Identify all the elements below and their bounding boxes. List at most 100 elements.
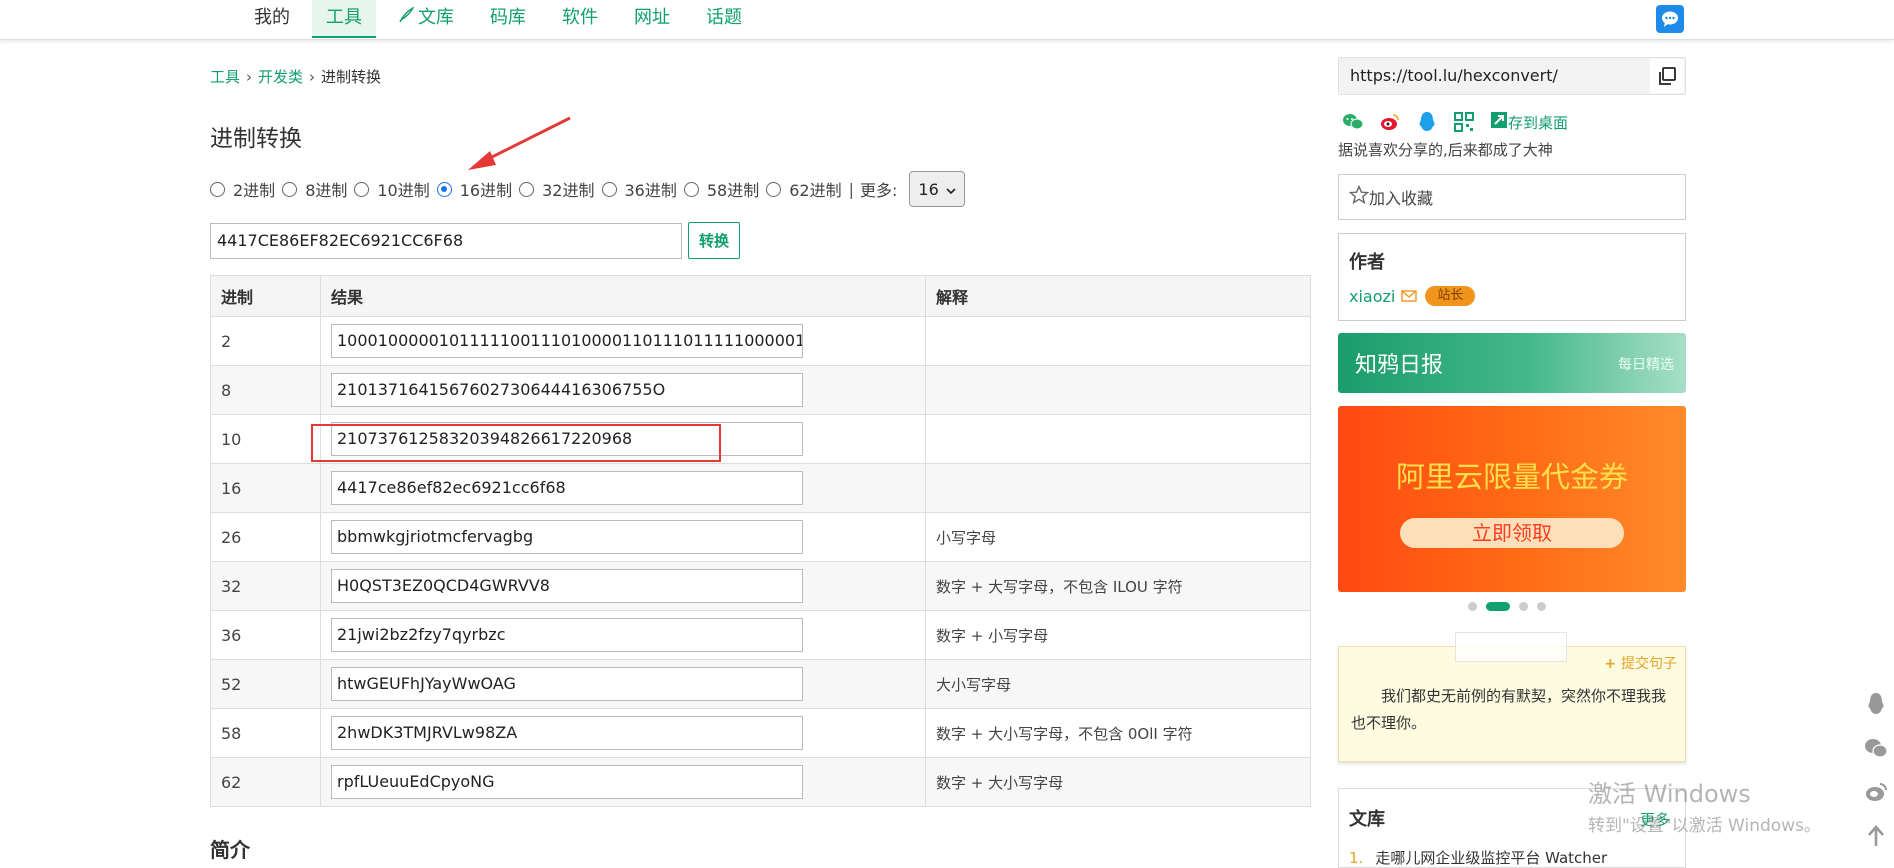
nav-label: 文库 [418,7,454,28]
cell-base: 8 [210,365,321,415]
result-field[interactable]: htwGEUFhJYayWwOAG [331,667,803,701]
result-table: 进制 结果 解释 2 10001000001011111001110100001… [210,275,1311,807]
cell-explain: 大小写字母 [925,659,1311,709]
carousel-dot[interactable] [1468,602,1477,611]
radio-dot[interactable] [282,181,298,197]
submit-quote-label: 提交句子 [1621,656,1677,672]
radio-dot[interactable] [210,181,225,197]
favorite-label: 加入收藏 [1369,189,1434,208]
back-to-top-icon[interactable] [1862,822,1890,850]
cell-base: 58 [210,708,321,758]
result-field[interactable]: 2101371641567602730644416306755O [331,373,803,407]
breadcrumb: 工具 › 开发类 › 进制转换 [210,66,381,87]
result-field[interactable]: H0QST3EZ0QCD4GWRVV8 [331,569,803,603]
windows-activation-watermark: 激活 Windows 转到"设置"以激活 Windows。 [1588,774,1821,836]
table-row: 26 bbmwkgjriotmcfervagbg 小写字母 [210,512,1311,562]
radio-label: 2进制 [233,181,276,200]
copy-icon[interactable] [1650,59,1684,93]
ad-banner[interactable]: 阿里云限量代金券 立即领取 [1338,406,1686,592]
table-row: 8 2101371641567602730644416306755O [210,365,1311,415]
intro-heading: 简介 [210,838,250,862]
daily-banner[interactable]: 知鸦日报 每日精选 [1338,333,1686,393]
cell-base: 10 [210,414,321,464]
breadcrumb-tools[interactable]: 工具 [210,68,240,86]
nav-item-topics[interactable]: 话题 [692,0,756,38]
cell-result: H0QST3EZ0QCD4GWRVV8 [320,561,926,611]
chat-icon[interactable] [1656,5,1684,33]
result-field[interactable]: 1000100000101111100111010000110111011111… [331,324,803,358]
radio-base-2[interactable]: 2进制 [210,177,275,201]
cell-result: 1000100000101111100111010000110111011111… [320,316,926,366]
cell-result: bbmwkgjriotmcfervagbg [320,512,926,562]
breadcrumb-current: 进制转换 [321,68,382,86]
carousel-dot-active[interactable] [1486,602,1510,611]
convert-button[interactable]: 转换 [688,222,740,259]
qrcode-icon[interactable] [1453,111,1475,133]
wechat-icon[interactable] [1862,734,1890,762]
radio-dot[interactable] [601,181,617,197]
radio-base-36[interactable]: 36进制 [601,177,677,201]
ad-claim-button[interactable]: 立即领取 [1400,518,1624,548]
number-input[interactable]: 4417CE86EF82EC6921CC6F68 [210,223,682,259]
weibo-icon[interactable] [1379,111,1401,133]
url-field[interactable]: https://tool.lu/hexconvert/ [1338,57,1686,95]
nav-label: 网址 [634,7,670,28]
carousel-dots [1468,602,1555,611]
quote-card: + 提交句子 我们都史无前例的有默契，突然你不理我我也不理你。 [1338,632,1686,762]
radio-base-32[interactable]: 32进制 [519,177,595,201]
cell-explain [925,365,1311,415]
result-field[interactable]: rpfLUeuuEdCpyoNG [331,765,803,799]
radio-dot[interactable] [683,181,699,197]
library-item[interactable]: 1. 走哪儿网企业级监控平台 Watcher [1349,847,1607,868]
table-row: 36 21jwi2bz2fzy7qyrbzc 数字 + 小写字母 [210,610,1311,660]
result-field[interactable]: 4417ce86ef82ec6921cc6f68 [331,471,803,505]
nav-item-mine[interactable]: 我的 [240,0,304,38]
result-field[interactable]: bbmwkgjriotmcfervagbg [331,520,803,554]
table-row: 62 rpfLUeuuEdCpyoNG 数字 + 大小写字母 [210,757,1311,807]
nav-item-tools[interactable]: 工具 [312,0,376,38]
nav-item-library[interactable]: 文库 [384,0,468,38]
mail-icon[interactable] [1401,287,1418,306]
cell-result: rpfLUeuuEdCpyoNG [320,757,926,807]
radio-base-16[interactable]: 16进制 [436,177,512,201]
qq-icon[interactable] [1862,690,1890,718]
result-field[interactable]: 2hwDK3TMJRVLw98ZA [331,716,803,750]
radio-dot[interactable] [766,181,782,197]
cell-result: 2hwDK3TMJRVLw98ZA [320,708,926,758]
radio-base-62[interactable]: 62进制 [766,177,842,201]
annotation-arrow [468,116,571,170]
result-field[interactable]: 21jwi2bz2fzy7qyrbzc [331,618,803,652]
radio-base-10[interactable]: 10进制 [354,177,430,201]
nav-label: 软件 [562,7,598,28]
nav-item-urls[interactable]: 网址 [620,0,684,38]
radio-label: 10进制 [377,181,430,200]
add-favorite-button[interactable]: 加入收藏 [1338,174,1686,220]
radio-base-8[interactable]: 8进制 [282,177,347,201]
save-desktop-link[interactable]: 存到桌面 [1490,111,1568,133]
nav-item-software[interactable]: 软件 [548,0,612,38]
author-row: xiaozi 站长 [1349,286,1675,306]
table-row: 2 10001000001011111001110100001101110111… [210,316,1311,366]
submit-quote-link[interactable]: + 提交句子 [1604,653,1677,673]
cell-explain [925,316,1311,366]
base-select[interactable]: 16 [909,171,966,207]
quill-icon [398,0,415,36]
role-badge: 站长 [1425,286,1476,306]
qq-icon[interactable] [1416,111,1438,133]
item-number: 1. [1349,849,1364,867]
highlight-box [311,424,721,462]
divider: | [848,179,855,199]
cell-explain: 数字 + 小写字母 [925,610,1311,660]
weibo-icon[interactable] [1862,778,1890,806]
radio-dot[interactable] [354,181,370,197]
radio-dot[interactable] [519,181,535,197]
radio-dot[interactable] [436,181,452,197]
table-row: 52 htwGEUFhJYayWwOAG 大小写字母 [210,659,1311,709]
wechat-icon[interactable] [1342,111,1364,133]
carousel-dot[interactable] [1537,602,1546,611]
nav-item-code[interactable]: 码库 [476,0,540,38]
author-name[interactable]: xiaozi [1349,287,1395,306]
breadcrumb-dev[interactable]: 开发类 [258,68,303,86]
carousel-dot[interactable] [1519,602,1528,611]
radio-base-58[interactable]: 58进制 [683,177,759,201]
